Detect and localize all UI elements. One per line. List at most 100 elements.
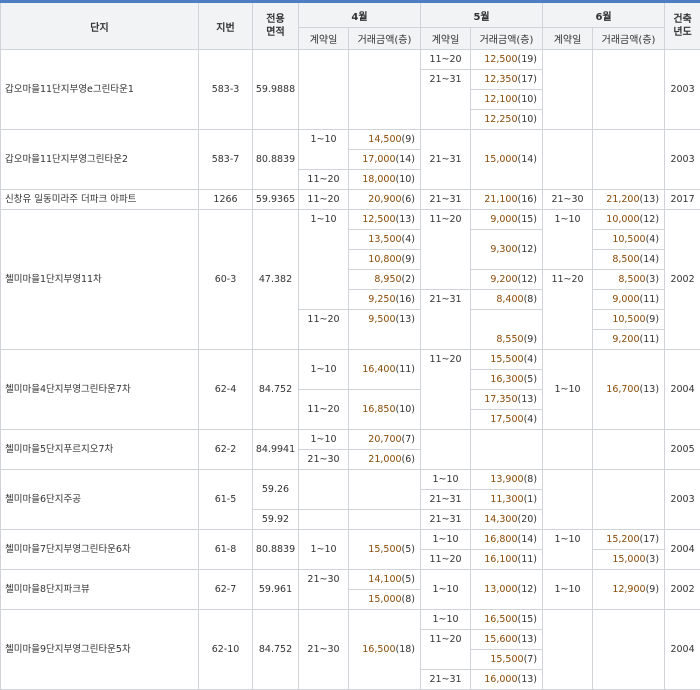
april-amount: 20,700(7): [349, 430, 421, 450]
amount-value: 20,900: [368, 194, 401, 205]
complex-name[interactable]: 첼미마을4단지부영그린타운7차: [1, 350, 199, 430]
june-contract-date-header: 계약일: [543, 28, 593, 50]
floor-value: (11): [518, 554, 538, 565]
june-date: [543, 130, 593, 190]
area-value: 59.92: [253, 510, 299, 530]
may-amount: 14,300(20): [471, 510, 543, 530]
lot-number: 1266: [199, 190, 253, 210]
floor-value: (5): [402, 544, 415, 555]
floor-value: (15): [518, 614, 538, 625]
built-year: 2003: [665, 470, 700, 530]
june-amount: 12,900(9): [593, 570, 665, 610]
amount-value: 21,000: [368, 454, 401, 465]
complex-name[interactable]: 갑오마을11단지부영그린타운2: [1, 130, 199, 190]
amount-value: 13,900: [490, 474, 523, 485]
june-amount: 8,500(14): [593, 250, 665, 270]
floor-value: (13): [396, 214, 416, 225]
may-amount: 21,100(16): [471, 190, 543, 210]
floor-value: (9): [402, 254, 415, 265]
floor-value: (2): [402, 274, 415, 285]
amount-value: 12,500: [362, 214, 395, 225]
amount-value: 12,350: [484, 74, 517, 85]
floor-value: (5): [524, 374, 537, 385]
amount-value: 16,700: [606, 384, 639, 395]
amount-value: 16,400: [362, 364, 395, 375]
complex-name[interactable]: 첼미마을7단지부영그린타운6차: [1, 530, 199, 570]
table-row: 갑오마을11단지부영그린타운2 583-7 80.8839 1~10 14,50…: [1, 130, 700, 150]
complex-name[interactable]: 첼미마을9단지부영그린타운5차: [1, 610, 199, 690]
may-amount: 13,000(12): [471, 570, 543, 610]
may-amount: 8,400(8): [471, 290, 543, 310]
june-amount: [593, 470, 665, 530]
complex-name[interactable]: 첼미마을1단지부영11차: [1, 210, 199, 350]
col-header-june[interactable]: 6월: [543, 2, 665, 28]
floor-value: (13): [640, 194, 660, 205]
complex-name[interactable]: 첼미마을8단지파크뷰: [1, 570, 199, 610]
col-header-built-year[interactable]: 건축년도: [665, 2, 700, 50]
april-date: 11~20: [299, 190, 349, 210]
may-amount: 11,300(1): [471, 490, 543, 510]
table-row: 첼미마을6단지주공 61-5 59.26 1~10 13,900(8) 2003: [1, 470, 700, 490]
amount-value: 9,200: [490, 274, 517, 285]
april-amount: 9,500(13): [349, 310, 421, 350]
may-date: 21~31: [421, 510, 471, 530]
amount-value: 11,300: [490, 494, 523, 505]
floor-value: (3): [646, 274, 659, 285]
complex-name[interactable]: 첼미마을6단지주공: [1, 470, 199, 530]
floor-value: (14): [518, 534, 538, 545]
may-date: 21~31: [421, 670, 471, 690]
area-value: 84.752: [253, 610, 299, 690]
may-amount: 15,500(4): [471, 350, 543, 370]
amount-value: 15,500: [490, 654, 523, 665]
col-header-april[interactable]: 4월: [299, 2, 421, 28]
june-date: [543, 470, 593, 530]
col-header-may[interactable]: 5월: [421, 2, 543, 28]
june-date: 1~10: [543, 570, 593, 610]
may-date: 11~20: [421, 630, 471, 670]
april-amount: 8,950(2): [349, 270, 421, 290]
april-date: 21~30: [299, 570, 349, 610]
may-date: 1~10: [421, 570, 471, 610]
floor-value: (9): [646, 314, 659, 325]
amount-value: 16,800: [484, 534, 517, 545]
col-header-complex[interactable]: 단지: [1, 2, 199, 50]
amount-value: 8,550: [496, 334, 523, 345]
may-amount: 9,300(12): [471, 230, 543, 270]
june-amount: 10,500(9): [593, 310, 665, 330]
may-date: 21~31: [421, 190, 471, 210]
complex-name[interactable]: 첼미마을5단지푸르지오7차: [1, 430, 199, 470]
amount-value: 9,200: [612, 334, 639, 345]
table-row: 첼미마을7단지부영그린타운6차 61-8 80.8839 1~10 15,500…: [1, 530, 700, 550]
april-date: [299, 50, 349, 130]
lot-number: 583-7: [199, 130, 253, 190]
june-amount: 15,200(17): [593, 530, 665, 550]
april-date: 1~10: [299, 210, 349, 310]
april-amount: 14,500(9): [349, 130, 421, 150]
floor-value: (12): [518, 584, 538, 595]
may-amount: 15,500(7): [471, 650, 543, 670]
may-amount: 8,550(9): [471, 310, 543, 350]
lot-number: 61-5: [199, 470, 253, 530]
built-year: 2004: [665, 350, 700, 430]
area-value: 59.9888: [253, 50, 299, 130]
floor-value: (9): [524, 334, 537, 345]
complex-name[interactable]: 갑오마을11단지부영e그린타운1: [1, 50, 199, 130]
amount-value: 10,800: [368, 254, 401, 265]
may-contract-date-header: 계약일: [421, 28, 471, 50]
may-amount: 16,500(15): [471, 610, 543, 630]
floor-value: (14): [518, 154, 538, 165]
amount-value: 9,000: [490, 214, 517, 225]
table-row: 첼미마을4단지부영그린타운7차 62-4 84.752 1~10 16,400(…: [1, 350, 700, 370]
complex-name[interactable]: 신창유 일동미라주 더파크 아파트: [1, 190, 199, 210]
built-year: 2017: [665, 190, 700, 210]
table-row: 첼미마을8단지파크뷰 62-7 59.961 21~30 14,100(5) 1…: [1, 570, 700, 590]
col-header-lot[interactable]: 지번: [199, 2, 253, 50]
may-amount: [471, 430, 543, 470]
april-amount: 15,500(5): [349, 530, 421, 570]
amount-value: 10,500: [612, 234, 645, 245]
floor-value: (9): [402, 134, 415, 145]
amount-value: 15,000: [484, 154, 517, 165]
amount-value: 21,100: [484, 194, 517, 205]
lot-number: 60-3: [199, 210, 253, 350]
col-header-area[interactable]: 전용면적: [253, 2, 299, 50]
